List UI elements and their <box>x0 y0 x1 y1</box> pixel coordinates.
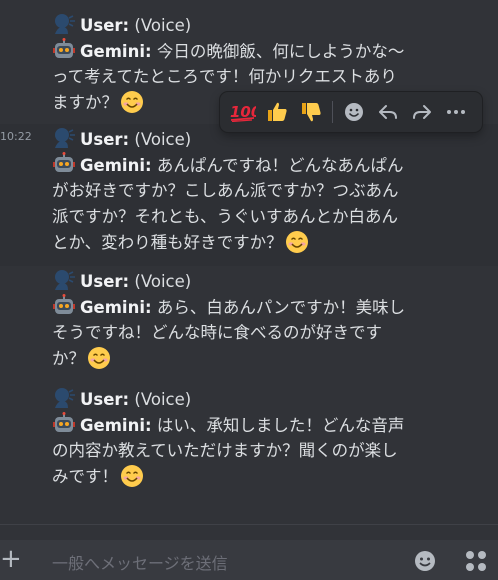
bot-name: Gemini: <box>80 298 152 317</box>
robot-icon <box>52 38 76 62</box>
robot-icon <box>52 152 76 176</box>
voice-tag: (Voice) <box>134 272 192 291</box>
smiling-face-icon <box>120 464 144 488</box>
more-icon[interactable] <box>439 96 473 128</box>
message-text: とか、変わり種も好きですか？ <box>52 233 283 252</box>
speaking-head-icon <box>52 268 76 292</box>
message-text-line: がお好きですか？こしあん派ですか？つぶあん <box>52 181 399 200</box>
bot-name: Gemini: <box>80 42 152 61</box>
user-name: User: <box>80 130 130 149</box>
smiling-face-icon <box>285 230 309 254</box>
emoji-picker-icon[interactable] <box>414 550 436 576</box>
apps-icon[interactable] <box>464 550 488 576</box>
message-text-line: そうですね！どんな時に食べるのが好きです <box>52 323 382 342</box>
bot-name: Gemini: <box>80 416 152 435</box>
forward-icon[interactable] <box>405 96 439 128</box>
toolbar-divider <box>332 101 333 123</box>
message-text: はい、承知しました！どんな音声 <box>156 416 405 435</box>
message-composer: + 一般へメッセージを送信 <box>0 540 498 580</box>
thumbs-up-icon[interactable] <box>260 96 294 128</box>
attach-plus-icon[interactable]: + <box>0 546 22 572</box>
message-text: みです！ <box>52 467 118 486</box>
smiling-face-icon <box>87 346 111 370</box>
user-name: User: <box>80 272 130 291</box>
user-line: User: (Voice) <box>52 386 488 413</box>
message-4[interactable]: User: (Voice) Gemini: はい、承知しました！どんな音声 の内… <box>0 384 498 500</box>
message-action-toolbar: 100 <box>220 92 482 132</box>
message-text: あら、白あんパンですか！美味し <box>156 298 406 317</box>
robot-icon <box>52 412 76 436</box>
bot-name: Gemini: <box>80 156 152 175</box>
voice-tag: (Voice) <box>134 390 192 409</box>
bot-line: Gemini: 今日の晩御飯、何にしようかな〜 <box>52 38 488 65</box>
timestamp: 10:22 <box>0 130 32 143</box>
user-name: User: <box>80 390 130 409</box>
message-text: あんぱんですね！どんなあんぱん <box>156 156 404 175</box>
thumbs-down-icon[interactable] <box>294 96 328 128</box>
voice-tag: (Voice) <box>134 130 192 149</box>
message-text: ますか？ <box>52 93 118 112</box>
message-text: か？ <box>52 349 85 368</box>
user-line: User: (Voice) <box>52 268 488 295</box>
bot-line: Gemini: あんぱんですね！どんなあんぱん <box>52 152 488 179</box>
reply-icon[interactable] <box>371 96 405 128</box>
message-text-line: 派ですか？それとも、うぐいすあんとか白あん <box>52 207 399 226</box>
voice-tag: (Voice) <box>134 16 192 35</box>
user-line: User: (Voice) <box>52 12 488 39</box>
smiling-face-icon <box>120 90 144 114</box>
bot-line: Gemini: あら、白あんパンですか！美味し <box>52 294 488 321</box>
message-text: 今日の晩御飯、何にしようかな〜 <box>156 42 405 61</box>
message-input[interactable]: 一般へメッセージを送信 <box>52 550 228 574</box>
message-text-line: の内容か教えていただけますか？聞くのが楽し <box>52 441 398 460</box>
message-text-line-last: か？ <box>52 346 488 372</box>
message-2[interactable]: 10:22 User: (Voice) Gemini: あんぱんですね！どんなあ… <box>0 124 498 266</box>
robot-icon <box>52 294 76 318</box>
bot-line: Gemini: はい、承知しました！どんな音声 <box>52 412 488 439</box>
hundred-points-icon[interactable]: 100 <box>226 96 260 128</box>
speaking-head-icon <box>52 12 76 36</box>
speaking-head-icon <box>52 126 76 150</box>
message-text-line-last: とか、変わり種も好きですか？ <box>52 230 488 256</box>
message-text-line-last: みです！ <box>52 464 488 490</box>
message-3[interactable]: User: (Voice) Gemini: あら、白あんパンですか！美味し そう… <box>0 266 498 382</box>
speaking-head-icon <box>52 386 76 410</box>
message-text-line: って考えてたところです！何かリクエストあり <box>52 67 397 86</box>
user-name: User: <box>80 16 130 35</box>
composer-divider <box>0 524 498 525</box>
add-reaction-icon[interactable] <box>337 96 371 128</box>
